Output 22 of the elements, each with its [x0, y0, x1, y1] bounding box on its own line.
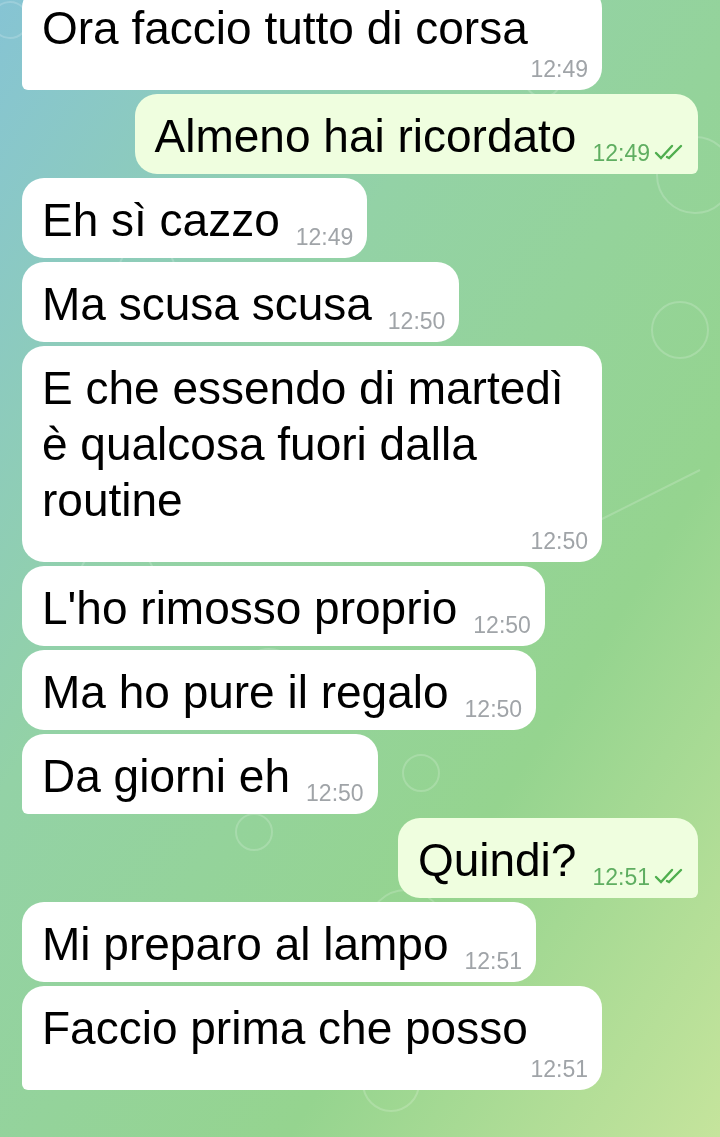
message-text: Ma ho pure il regalo [42, 665, 449, 720]
message-time: 12:50 [306, 780, 364, 806]
message-text: Ora faccio tutto di corsa [42, 1, 529, 56]
message-text: E che essendo di martedì è qualcosa fuori dalla routine [42, 361, 565, 528]
message-time: 12:49 [295, 224, 354, 250]
message-time: 12:50 [530, 528, 588, 554]
message-text: Faccio prima che posso [42, 1001, 529, 1056]
message-time: 12:51 [464, 948, 523, 974]
message-time: 12:50 [464, 696, 523, 722]
message-time: 12:49 [592, 140, 650, 166]
message-text: Mi preparo al lampo [42, 917, 449, 972]
message-text: Almeno hai ricordato [154, 109, 577, 164]
message-time: 12:49 [530, 56, 588, 82]
message-time: 12:50 [473, 612, 531, 638]
message-text: L'ho rimosso proprio [42, 581, 458, 636]
message-text: Eh sì cazzo [42, 193, 280, 248]
message-text: Ma scusa scusa [42, 277, 372, 332]
message-text: Da giorni eh [42, 749, 291, 804]
message-time: 12:51 [592, 864, 650, 890]
message-time: 12:50 [387, 308, 446, 334]
message-text: Quindi? [417, 833, 577, 888]
message-time: 12:51 [530, 1056, 588, 1082]
